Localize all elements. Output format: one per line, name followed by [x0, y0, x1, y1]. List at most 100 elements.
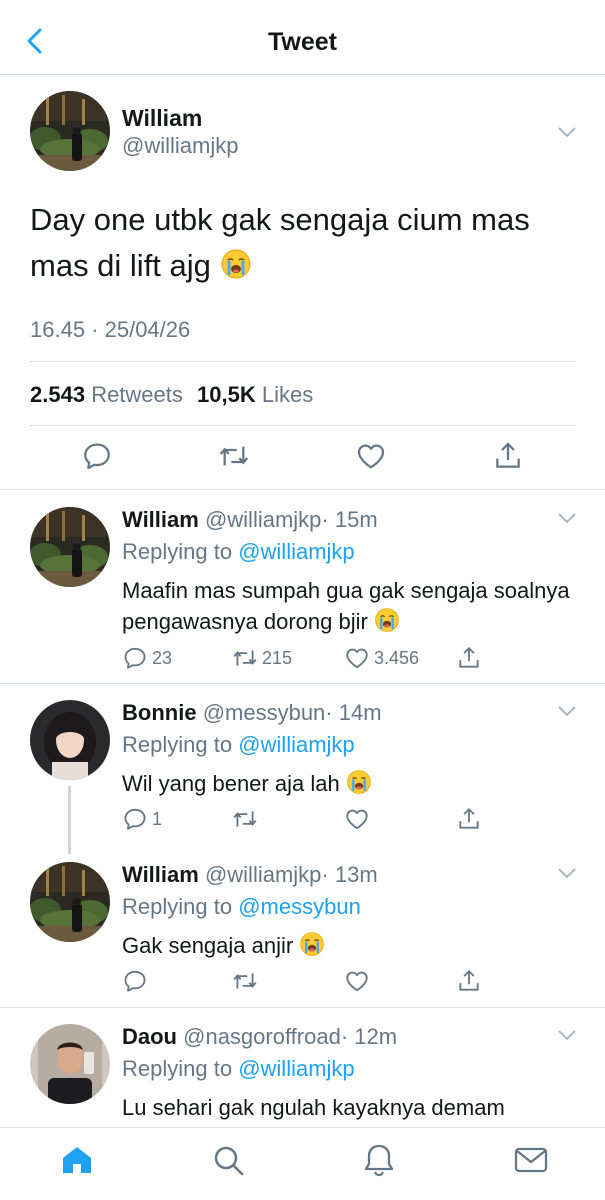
loudly-crying-face-emoji [299, 931, 325, 957]
divider [30, 425, 575, 426]
reply-icon [122, 806, 148, 832]
chevron-down-icon[interactable] [556, 511, 578, 525]
retweet-icon[interactable] [218, 440, 250, 472]
bell-icon[interactable] [361, 1142, 397, 1178]
avatar[interactable] [30, 507, 110, 587]
likes-count[interactable]: 10,5K [197, 382, 256, 407]
reply-tweet[interactable]: William @williamjkp· 13m Replying to @me… [0, 850, 605, 1005]
avatar[interactable] [30, 1024, 110, 1104]
thread-line [68, 786, 71, 854]
loudly-crying-face-emoji [346, 769, 372, 795]
replying-label: Replying to [122, 894, 233, 919]
timestamp: 16.45 · 25/04/26 [30, 317, 191, 342]
search-icon[interactable] [210, 1142, 246, 1178]
reply-button[interactable]: 23 [122, 643, 172, 673]
bottom-tab-bar [0, 1127, 605, 1200]
home-icon[interactable] [59, 1142, 95, 1178]
mention-link[interactable]: @messybun [238, 894, 361, 919]
retweets-label[interactable]: Retweets [91, 382, 183, 407]
retweet-icon [232, 645, 258, 671]
heart-icon [344, 645, 370, 671]
reply-tweet[interactable]: Bonnie @messybun· 14m Replying to @willi… [0, 688, 605, 848]
replying-to: Replying to @williamjkp [122, 539, 355, 565]
heart-icon [344, 968, 370, 994]
reply-actions [122, 966, 582, 996]
reply-icon[interactable] [81, 440, 113, 472]
like-button[interactable] [344, 966, 374, 996]
reply-count: 23 [152, 647, 173, 668]
author-name[interactable]: Daou [122, 1024, 177, 1049]
avatar[interactable] [30, 700, 110, 780]
author-name[interactable]: Bonnie [122, 700, 197, 725]
share-button[interactable] [456, 966, 486, 996]
reply-text: Wil yang bener aja lah [122, 768, 572, 799]
author-name[interactable]: William [122, 507, 199, 532]
retweet-button[interactable]: 215 [232, 643, 292, 673]
like-button[interactable]: 3.456 [344, 643, 419, 673]
reply-text: Gak sengaja anjir [122, 930, 572, 961]
like-button[interactable] [344, 804, 374, 834]
page-title: Tweet [268, 28, 337, 56]
reply-header: Bonnie @messybun· 14m [122, 700, 382, 726]
tweet-text-body: Day one utbk gak sengaja cium mas mas di… [30, 202, 530, 283]
loudly-crying-face-emoji [374, 607, 400, 633]
retweet-button[interactable] [232, 966, 262, 996]
share-icon[interactable] [492, 440, 524, 472]
share-button[interactable] [456, 804, 486, 834]
reply-tweet[interactable]: William @williamjkp· 15m Replying to @wi… [0, 495, 605, 683]
reply-button[interactable]: 1 [122, 804, 162, 834]
avatar[interactable] [30, 862, 110, 942]
author-handle[interactable]: @messybun [203, 700, 326, 725]
retweet-icon [232, 806, 258, 832]
author-name[interactable]: William [122, 862, 199, 887]
replying-label: Replying to [122, 732, 233, 757]
replying-to: Replying to @williamjkp [122, 1056, 355, 1082]
share-button[interactable] [456, 643, 486, 673]
share-icon [456, 968, 482, 994]
author-handle[interactable]: @williamjkp [205, 862, 321, 887]
share-icon [456, 806, 482, 832]
retweet-icon [232, 968, 258, 994]
reply-time: · 15m [321, 507, 378, 532]
reply-text: Maafin mas sumpah gua gak sengaja soalny… [122, 575, 572, 637]
retweet-count: 215 [262, 647, 293, 668]
reply-count: 1 [152, 808, 163, 829]
main-tweet: William @williamjkp Day one utbk gak sen… [0, 75, 605, 490]
reply-icon [122, 968, 148, 994]
mail-icon[interactable] [513, 1142, 549, 1178]
reply-header: William @williamjkp· 15m [122, 507, 378, 533]
divider [0, 683, 605, 684]
reply-tweet[interactable]: Daou @nasgoroffroad· 12m Replying to @wi… [0, 1012, 605, 1127]
author-handle[interactable]: @williamjkp [205, 507, 321, 532]
reply-actions: 23 215 3.456 [122, 643, 582, 673]
reply-time: · 13m [321, 862, 378, 887]
author-handle[interactable]: @williamjkp [122, 133, 238, 159]
mention-link[interactable]: @williamjkp [238, 1056, 354, 1081]
reply-header: Daou @nasgoroffroad· 12m [122, 1024, 397, 1050]
retweets-count[interactable]: 2.543 [30, 382, 85, 407]
author-handle[interactable]: @nasgoroffroad [183, 1024, 341, 1049]
author-name[interactable]: William [122, 105, 202, 132]
reply-time: · 12m [340, 1024, 398, 1049]
reply-text-body: Lu sehari gak ngulah kayaknya demam [122, 1095, 505, 1120]
divider [30, 361, 575, 362]
heart-icon[interactable] [355, 440, 387, 472]
avatar[interactable] [30, 91, 110, 171]
top-bar: Tweet [0, 0, 605, 75]
chevron-down-icon[interactable] [556, 125, 578, 139]
reply-button[interactable] [122, 966, 152, 996]
reply-text-body: Gak sengaja anjir [122, 933, 294, 958]
retweet-button[interactable] [232, 804, 262, 834]
mention-link[interactable]: @williamjkp [238, 732, 354, 757]
reply-text-body: Wil yang bener aja lah [122, 771, 340, 796]
like-count: 3.456 [374, 647, 420, 668]
mention-link[interactable]: @williamjkp [238, 539, 354, 564]
reply-actions: 1 [122, 804, 582, 834]
heart-icon [344, 806, 370, 832]
chevron-down-icon[interactable] [556, 866, 578, 880]
chevron-down-icon[interactable] [556, 1028, 578, 1042]
tweet-stats: 2.543 Retweets 10,5K Likes [30, 382, 321, 408]
chevron-down-icon[interactable] [556, 704, 578, 718]
likes-label[interactable]: Likes [262, 382, 313, 407]
loudly-crying-face-emoji [220, 248, 252, 280]
